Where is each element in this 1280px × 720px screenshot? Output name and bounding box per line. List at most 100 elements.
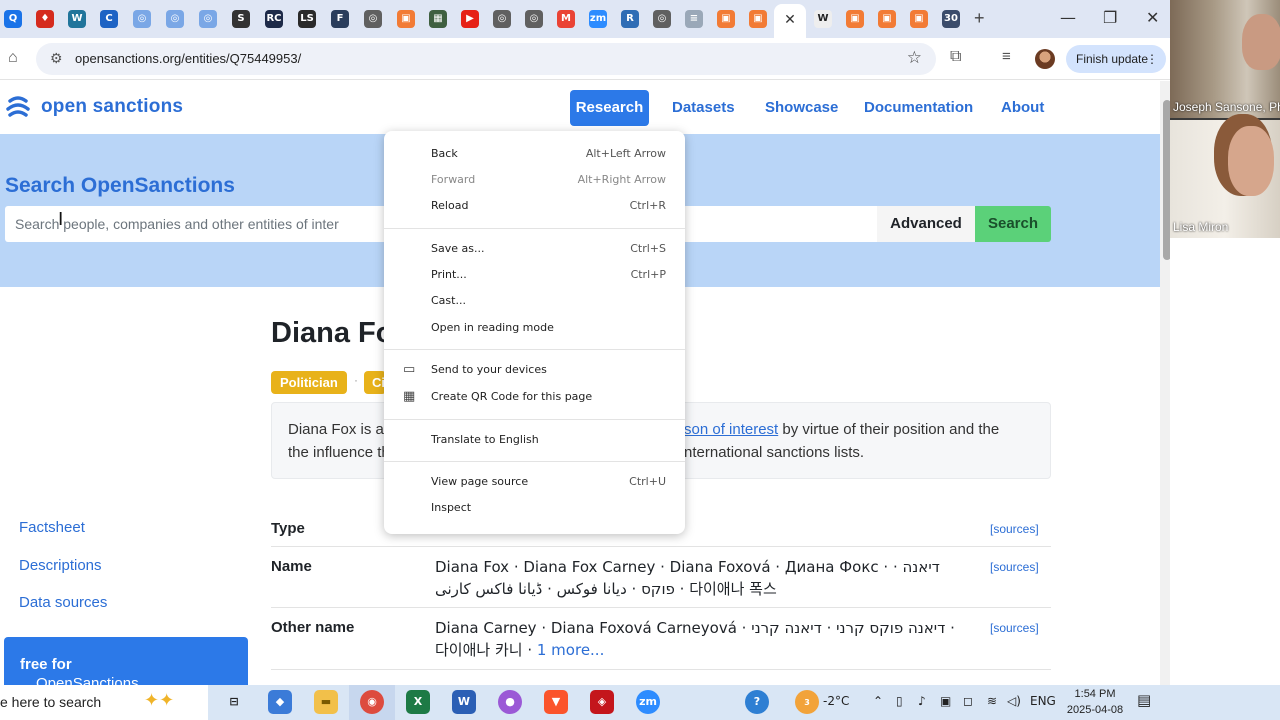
close-tab-icon[interactable]: ✕ — [774, 4, 806, 34]
word-icon[interactable]: W — [452, 690, 476, 714]
language-indicator[interactable]: ENG — [1030, 694, 1056, 708]
name-sources-link[interactable]: [sources] — [990, 560, 1039, 574]
tray-screen-icon[interactable]: ▣ — [940, 694, 951, 708]
taskbar-search[interactable]: e here to search ✦✦ — [0, 685, 208, 720]
paint-icon[interactable]: ● — [498, 690, 522, 714]
site-info-icon[interactable]: ⚙ — [50, 50, 63, 67]
tray-phone-icon[interactable]: ▯ — [896, 694, 903, 708]
tab-search-icon[interactable]: Q — [4, 10, 22, 28]
menu-save-as[interactable]: Save as... Ctrl+S — [384, 237, 685, 263]
tab-globe-icon[interactable]: ◎ — [166, 10, 184, 28]
menu-translate[interactable]: Translate to English — [384, 428, 685, 454]
tab-bookmark-icon[interactable]: ▣ — [749, 10, 767, 28]
sidebar-descriptions[interactable]: Descriptions — [19, 557, 102, 574]
tray-window-icon[interactable]: ◻ — [963, 694, 973, 708]
active-tab[interactable]: ✕ — [774, 4, 806, 38]
nav-datasets[interactable]: Datasets — [672, 99, 735, 116]
tab-globe-icon[interactable]: ◎ — [493, 10, 511, 28]
tab-news-icon[interactable]: ≡ — [685, 10, 703, 28]
menu-send-devices[interactable]: ▭ Send to your devices — [384, 358, 685, 384]
nav-about[interactable]: About — [1001, 99, 1044, 116]
extensions-icon[interactable]: ⧉ — [950, 48, 961, 66]
tab-globe-icon[interactable]: ◎ — [364, 10, 382, 28]
url-text[interactable]: opensanctions.org/entities/Q75449953/ — [75, 51, 301, 66]
finish-update-button[interactable]: Finish update ⋮ — [1066, 45, 1166, 73]
tray-chevron-icon[interactable]: ⌃ — [873, 694, 883, 708]
menu-print[interactable]: Print... Ctrl+P — [384, 263, 685, 289]
tab-bookmark-icon[interactable]: ▣ — [910, 10, 928, 28]
menu-qr-code[interactable]: ▦ Create QR Code for this page — [384, 385, 685, 411]
more-menu-icon[interactable]: ⋮ — [1146, 45, 1158, 73]
taskbar-clock[interactable]: 1:54 PM 2025-04-08 — [1060, 686, 1130, 718]
bookmark-star-icon[interactable]: ☆ — [907, 48, 922, 68]
tab-c-icon[interactable]: C — [100, 10, 118, 28]
microphone-icon[interactable]: ♪ — [918, 694, 926, 708]
chrome-icon[interactable]: ◉ — [360, 690, 384, 714]
sidebar-factsheet[interactable]: Factsheet — [19, 519, 85, 536]
opensanctions-logo-icon[interactable] — [4, 93, 32, 121]
other-name-value: Diana Carney · Diana Foxová Carneyová · … — [435, 617, 955, 661]
notifications-icon[interactable]: ▤ — [1137, 691, 1151, 709]
tab-globe-icon[interactable]: ◎ — [525, 10, 543, 28]
new-tab-button[interactable]: + — [974, 8, 985, 29]
tab-r-icon[interactable]: R — [621, 10, 639, 28]
file-explorer-icon[interactable]: ▬ — [314, 690, 338, 714]
media-control-icon[interactable]: ≡ — [1002, 48, 1011, 65]
tab-zoom-icon[interactable]: zm — [589, 10, 607, 28]
profile-avatar[interactable] — [1035, 49, 1055, 69]
tab-globe-icon[interactable]: ◎ — [133, 10, 151, 28]
menu-cast[interactable]: Cast... — [384, 289, 685, 315]
tab-bookmark-icon[interactable]: ▣ — [846, 10, 864, 28]
wifi-icon[interactable]: ≋ — [987, 694, 997, 708]
tab-bookmark-icon[interactable]: ▣ — [717, 10, 735, 28]
menu-inspect[interactable]: Inspect — [384, 496, 685, 522]
zoom-icon[interactable]: zm — [636, 690, 660, 714]
tab-wikipedia-icon[interactable]: W — [814, 10, 832, 28]
tab-globe-icon[interactable]: ◎ — [199, 10, 217, 28]
address-bar[interactable]: ⚙ opensanctions.org/entities/Q75449953/ … — [36, 43, 936, 75]
help-icon[interactable]: ? — [745, 690, 769, 714]
tab-youtube-icon[interactable]: ▶ — [461, 10, 479, 28]
maximize-icon[interactable]: ❐ — [1103, 8, 1117, 27]
weather-temp[interactable]: -2°C — [823, 694, 849, 708]
sidebar-data-sources[interactable]: Data sources — [19, 594, 107, 611]
nav-research[interactable]: Research — [570, 90, 649, 126]
shield-icon[interactable]: ◈ — [590, 690, 614, 714]
tab-image-icon[interactable]: ▦ — [429, 10, 447, 28]
search-placeholder: Search people, companies and other entit… — [15, 216, 339, 232]
minimize-icon[interactable]: — — [1060, 8, 1076, 27]
type-sources-link[interactable]: [sources] — [990, 522, 1039, 536]
tab-globe-icon[interactable]: ◎ — [653, 10, 671, 28]
other-name-sources-link[interactable]: [sources] — [990, 621, 1039, 635]
tab-s-icon[interactable]: S — [232, 10, 250, 28]
excel-icon[interactable]: X — [406, 690, 430, 714]
tab-bookmark-icon[interactable]: ▣ — [878, 10, 896, 28]
tab-maple-leaf-icon[interactable]: ♦ — [36, 10, 54, 28]
copilot-icon[interactable]: ◆ — [268, 690, 292, 714]
tab-f-icon[interactable]: F — [331, 10, 349, 28]
tab-gmail-icon[interactable]: M — [557, 10, 575, 28]
brave-icon[interactable]: ▼ — [544, 690, 568, 714]
nav-showcase[interactable]: Showcase — [765, 99, 838, 116]
nav-documentation[interactable]: Documentation — [864, 99, 973, 116]
tab-ls-icon[interactable]: LS — [298, 10, 316, 28]
more-names-link[interactable]: 1 more... — [537, 641, 604, 659]
person-of-interest-link[interactable]: son of interest — [684, 421, 778, 438]
site-logo-text[interactable]: open sanctions — [41, 96, 183, 118]
task-view-icon[interactable]: ⊟ — [222, 690, 246, 714]
menu-reading-mode[interactable]: Open in reading mode — [384, 316, 685, 342]
home-icon[interactable]: ⌂ — [8, 49, 18, 67]
search-button[interactable]: Search — [975, 206, 1051, 242]
close-window-icon[interactable]: ✕ — [1146, 8, 1159, 27]
menu-view-source[interactable]: View page source Ctrl+U — [384, 470, 685, 496]
tab-counter-icon[interactable]: 30 — [942, 10, 960, 28]
tab-rc-icon[interactable]: RC — [265, 10, 283, 28]
name-label: Name — [271, 558, 312, 575]
weather-icon[interactable]: 3 — [795, 690, 819, 714]
advanced-button[interactable]: Advanced — [877, 206, 975, 242]
tab-bookmark-icon[interactable]: ▣ — [397, 10, 415, 28]
tab-wordpress-icon[interactable]: W — [68, 10, 86, 28]
menu-reload[interactable]: Reload Ctrl+R — [384, 194, 685, 220]
volume-icon[interactable]: ◁) — [1007, 694, 1021, 708]
menu-back[interactable]: Back Alt+Left Arrow — [384, 142, 685, 168]
